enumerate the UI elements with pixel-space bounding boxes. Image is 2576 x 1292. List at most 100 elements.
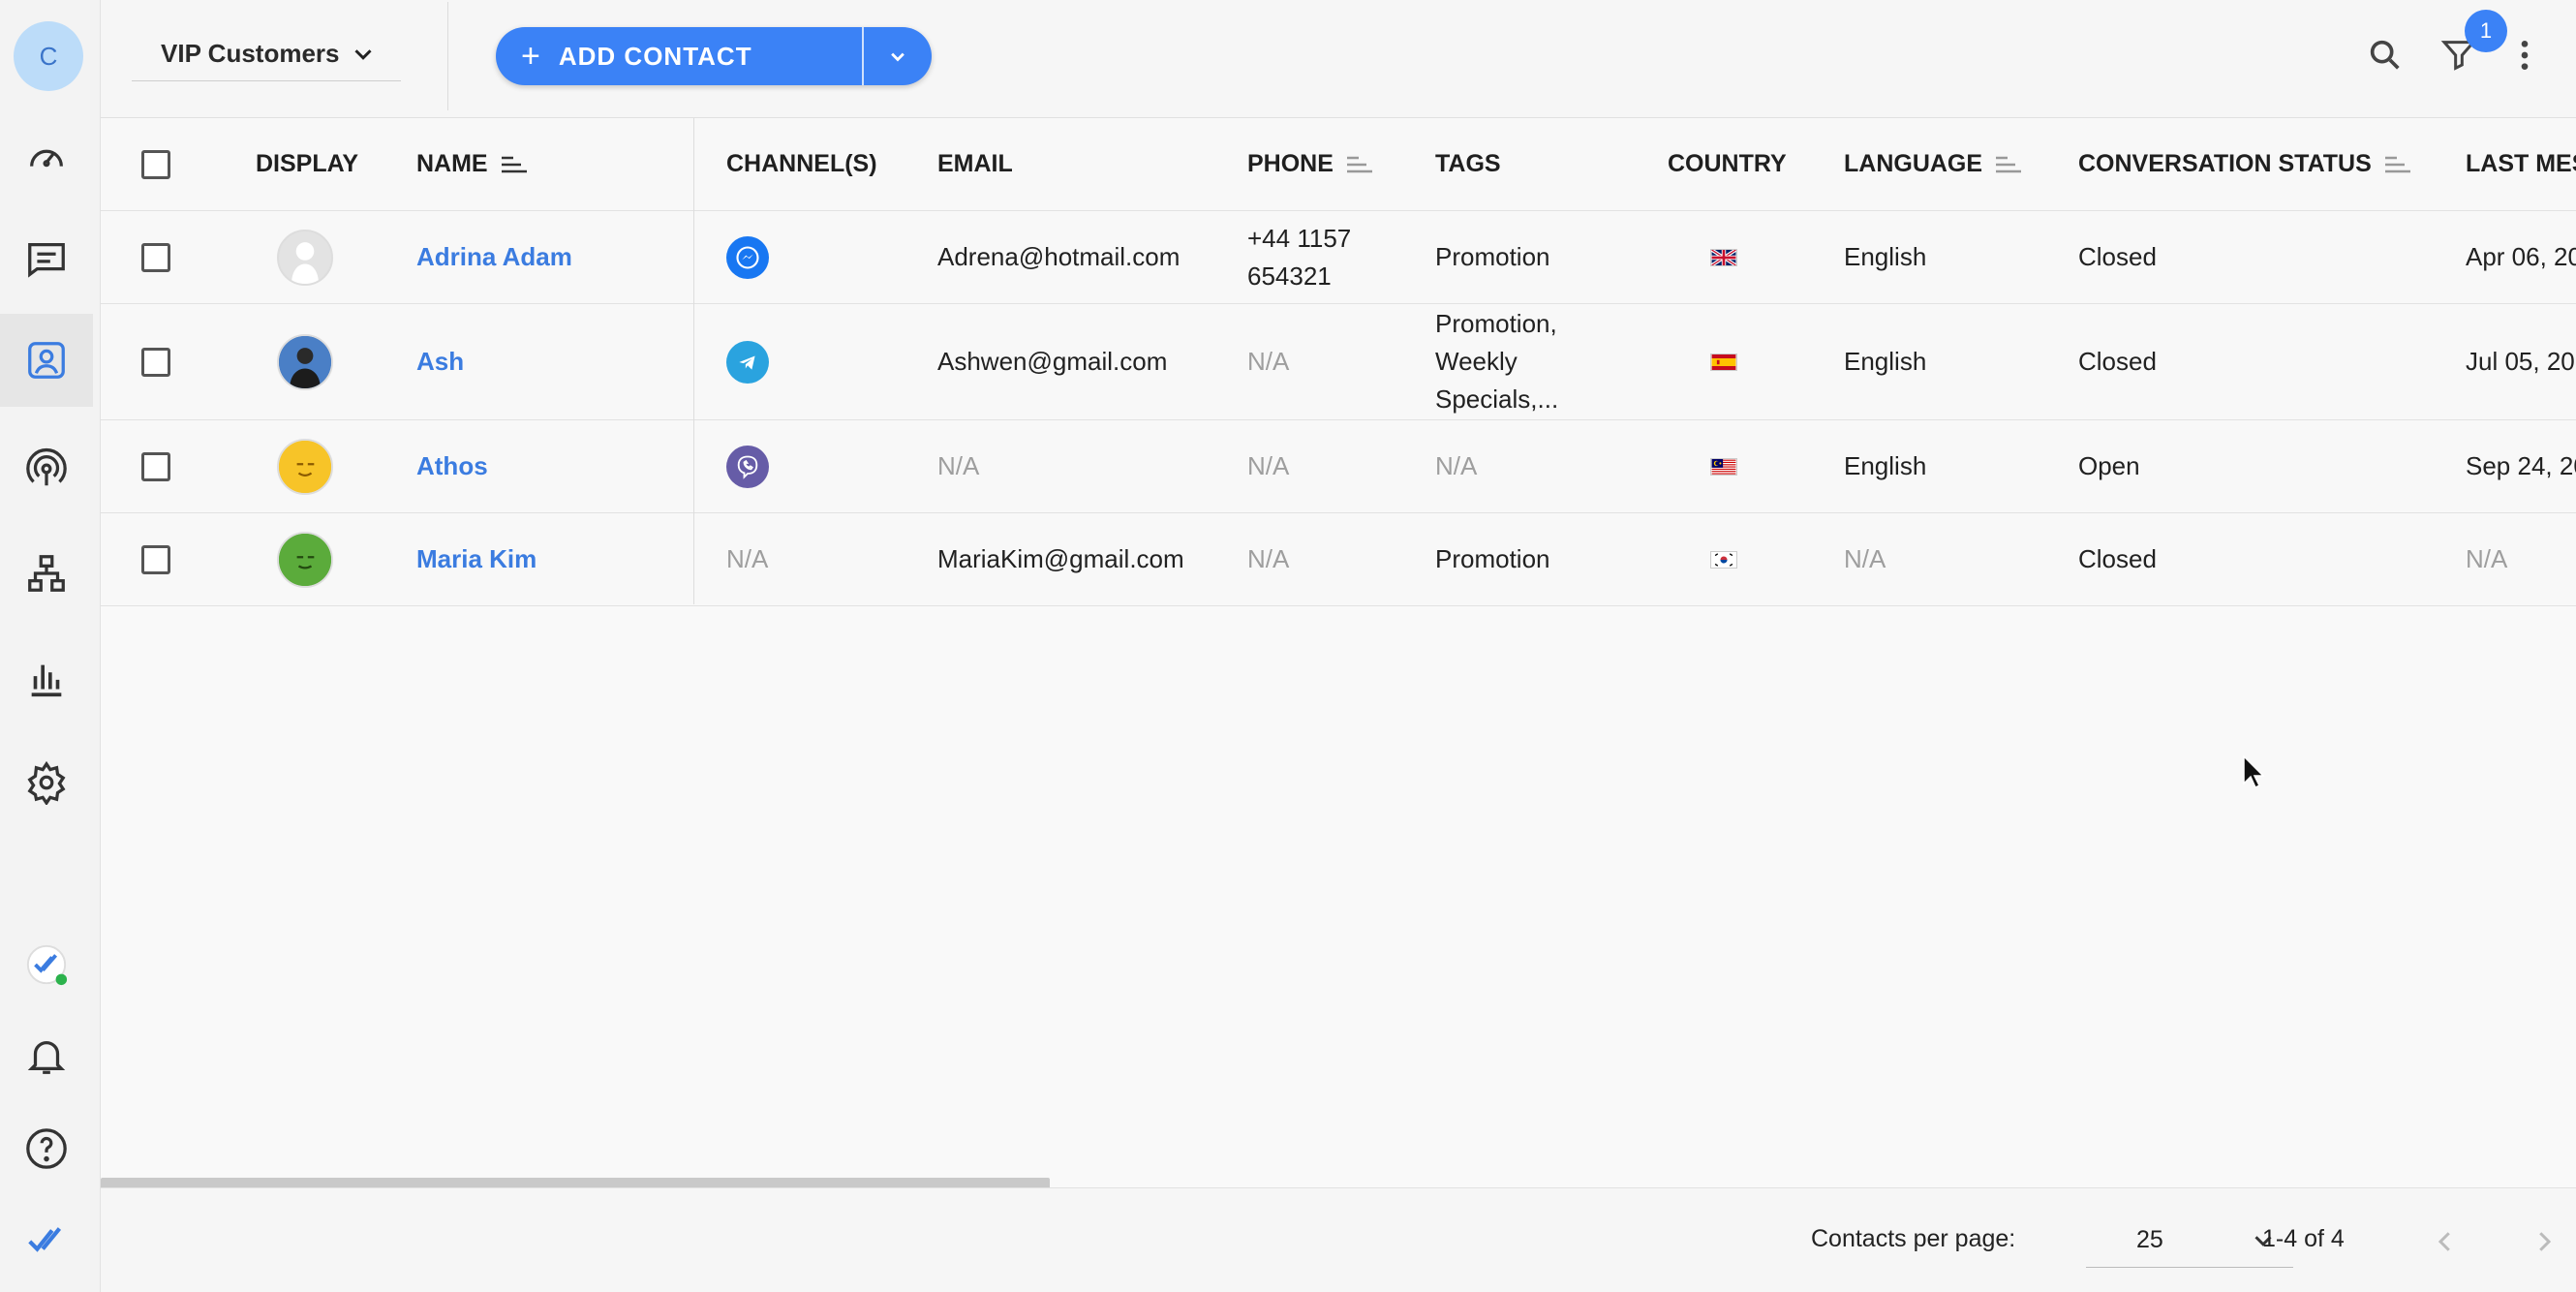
row-checkbox[interactable]	[141, 304, 170, 419]
table-row[interactable]: Maria Kim N/A MariaKim@gmail.com N/A Pro…	[101, 513, 2576, 606]
add-contact-button-group: + ADD CONTACT	[496, 27, 932, 85]
flag-my-icon	[1710, 420, 1737, 512]
last-message-value: Sep 24, 20	[2466, 451, 2576, 480]
last-message-value: Jul 05, 20	[2466, 347, 2575, 376]
help-icon[interactable]	[0, 1102, 93, 1195]
header-last-message: LAST MES	[2466, 150, 2576, 177]
flag-gb-icon	[1710, 211, 1737, 303]
plus-icon: +	[521, 37, 541, 75]
phone-value: N/A	[1247, 347, 1290, 376]
broadcast-icon[interactable]	[0, 422, 93, 515]
table-row[interactable]: Athos N/A N/A N/A English Open Sep 24, 2…	[101, 420, 2576, 513]
avatar	[277, 513, 333, 605]
page-range: 1-4 of 4	[2262, 1225, 2345, 1252]
contacts-icon[interactable]	[0, 314, 93, 407]
add-contact-button[interactable]: + ADD CONTACT	[496, 27, 864, 85]
workflow-icon[interactable]	[0, 527, 93, 620]
row-checkbox[interactable]	[141, 513, 170, 605]
header-country: COUNTRY	[1668, 150, 1787, 177]
tags-value: N/A	[1435, 451, 1478, 480]
filter-count-badge: 1	[2465, 10, 2507, 52]
language-value: English	[1844, 451, 1927, 480]
header-name-label: NAME	[416, 150, 488, 177]
email-value: MariaKim@gmail.com	[937, 544, 1184, 573]
row-checkbox[interactable]	[141, 420, 170, 512]
chevron-down-icon	[891, 52, 905, 62]
per-page-label: Contacts per page:	[1811, 1225, 2016, 1252]
language-value: English	[1844, 242, 1927, 271]
header-language-label: LANGUAGE	[1844, 150, 1983, 177]
sort-icon	[501, 156, 527, 172]
table-row[interactable]: Adrina Adam Adrena@hotmail.com +44 1157 …	[101, 211, 2576, 304]
phone-value: +44 1157 654321	[1247, 223, 1352, 291]
header-channels: CHANNEL(S)	[726, 150, 877, 177]
tags-value: Promotion	[1435, 242, 1550, 271]
phone-value: N/A	[1247, 451, 1290, 480]
telegram-icon	[726, 304, 769, 419]
sort-icon	[1996, 156, 2022, 172]
header-conversation-status[interactable]: CONVERSATION STATUS	[2078, 118, 2412, 210]
contacts-table: DISPLAY NAME CHANNEL(S) EMAIL PHONE TAGS…	[101, 118, 2576, 1187]
email-value: Adrena@hotmail.com	[937, 242, 1181, 271]
add-contact-label: ADD CONTACT	[558, 41, 752, 71]
status-value: Closed	[2078, 242, 2157, 271]
flag-kr-icon	[1710, 513, 1737, 605]
notifications-bell-icon[interactable]	[0, 1009, 93, 1102]
language-value: English	[1844, 347, 1927, 376]
header-language[interactable]: LANGUAGE	[1844, 118, 2023, 210]
phone-value: N/A	[1247, 544, 1290, 573]
sticky-column-divider	[693, 118, 694, 604]
user-avatar[interactable]: C	[14, 21, 83, 91]
header-email: EMAIL	[937, 150, 1013, 177]
status-value: Closed	[2078, 347, 2157, 376]
chevron-down-icon	[354, 48, 373, 60]
inbox-icon[interactable]	[0, 213, 93, 306]
sidebar: C	[0, 0, 101, 1292]
avatar	[277, 420, 333, 512]
reports-icon[interactable]	[0, 631, 93, 724]
contact-name-link[interactable]: Ash	[416, 304, 464, 419]
header-tags: TAGS	[1435, 150, 1501, 177]
brand-logo-icon	[0, 1193, 93, 1286]
contact-name-link[interactable]: Adrina Adam	[416, 211, 572, 303]
tags-value: Promotion, Weekly Specials,...	[1435, 309, 1559, 414]
status-check-icon[interactable]	[0, 918, 93, 1011]
tags-value: Promotion	[1435, 544, 1550, 573]
channel-value: N/A	[726, 544, 769, 573]
top-bar: VIP Customers + ADD CONTACT	[101, 0, 2576, 118]
previous-page-chevron-left-icon[interactable]	[2421, 1217, 2469, 1266]
header-phone-label: PHONE	[1247, 150, 1334, 177]
header-name[interactable]: NAME	[416, 118, 529, 210]
header-phone[interactable]: PHONE	[1247, 118, 1374, 210]
contact-name-link[interactable]: Maria Kim	[416, 513, 537, 605]
row-checkbox[interactable]	[141, 211, 170, 303]
header-status-label: CONVERSATION STATUS	[2078, 150, 2372, 177]
table-header-row: DISPLAY NAME CHANNEL(S) EMAIL PHONE TAGS…	[101, 118, 2576, 211]
last-message-value: Apr 06, 20	[2466, 242, 2576, 271]
settings-gear-icon[interactable]	[0, 736, 93, 829]
next-page-chevron-right-icon[interactable]	[2520, 1217, 2568, 1266]
contact-name-link[interactable]: Athos	[416, 420, 488, 512]
status-value: Closed	[2078, 544, 2157, 573]
table-row[interactable]: Ash Ashwen@gmail.com N/A Promotion, Week…	[101, 304, 2576, 420]
email-value: N/A	[937, 451, 980, 480]
add-contact-dropdown-button[interactable]	[864, 27, 932, 85]
header-display: DISPLAY	[256, 150, 359, 177]
flag-es-icon	[1710, 304, 1737, 419]
select-all-checkbox[interactable]	[141, 118, 170, 210]
email-value: Ashwen@gmail.com	[937, 347, 1168, 376]
view-selector[interactable]: VIP Customers	[132, 27, 401, 81]
last-message-value: N/A	[2466, 544, 2508, 573]
language-value: N/A	[1844, 544, 1886, 573]
mouse-cursor-icon	[2243, 755, 2264, 788]
divider	[447, 2, 448, 110]
messenger-icon	[726, 211, 769, 303]
avatar	[277, 304, 333, 419]
search-icon[interactable]	[2359, 29, 2411, 81]
sort-icon	[1346, 156, 1372, 172]
sort-icon	[2384, 156, 2410, 172]
avatar	[277, 211, 333, 303]
viber-icon	[726, 420, 769, 512]
dashboard-icon[interactable]	[0, 110, 93, 203]
pagination-footer: Contacts per page: 25 1-4 of 4	[101, 1187, 2576, 1292]
